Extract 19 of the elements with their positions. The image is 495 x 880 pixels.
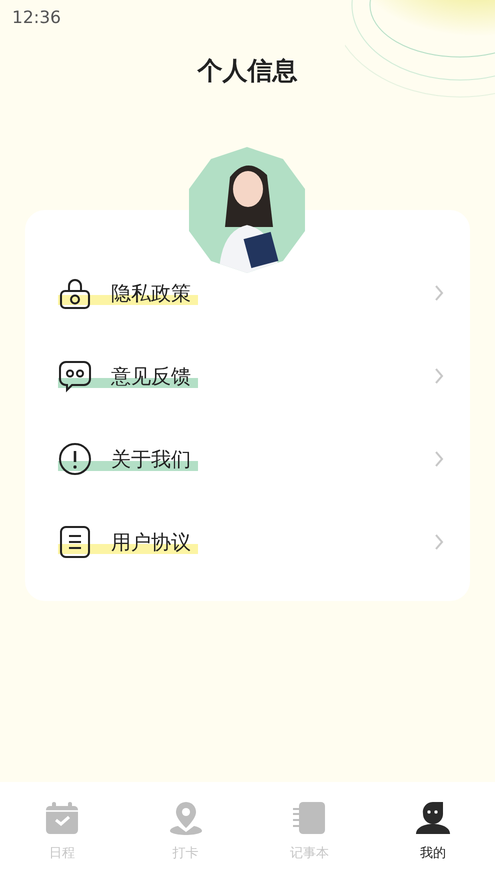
document-icon — [58, 525, 92, 559]
calendar-icon — [44, 800, 80, 836]
menu-item[interactable]: 隐私政策 — [25, 252, 470, 334]
page-title: 个人信息 — [196, 55, 298, 87]
menu-item[interactable]: 意见反馈 — [25, 334, 470, 418]
tab[interactable]: 我的 — [371, 782, 495, 880]
status-time: 12:36 — [11, 7, 62, 30]
chevron-icon — [434, 450, 444, 468]
menu-item[interactable]: 用户协议 — [25, 500, 470, 584]
notebook-icon — [291, 800, 328, 836]
alert-icon — [58, 442, 92, 476]
chat-icon — [58, 359, 92, 393]
menu-item[interactable]: 关于我们 — [25, 418, 470, 500]
location-pin-icon — [168, 800, 204, 836]
person-icon — [415, 800, 452, 836]
lock-icon — [58, 276, 92, 310]
chevron-icon — [434, 533, 444, 551]
chevron-icon — [434, 367, 444, 385]
chevron-icon — [434, 284, 444, 302]
